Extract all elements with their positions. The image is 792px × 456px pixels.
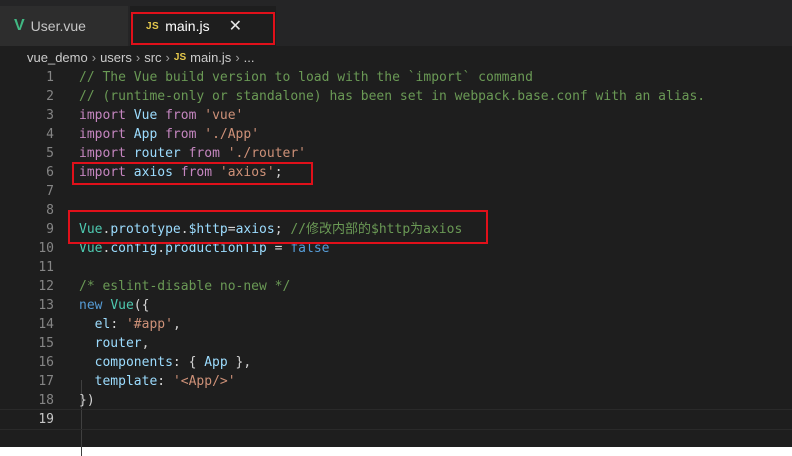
code-token: : { bbox=[172, 355, 205, 370]
code-line[interactable]: 3 import Vue from 'vue' bbox=[0, 106, 792, 125]
code-token: }) bbox=[79, 393, 95, 408]
line-number: 17 bbox=[38, 374, 54, 389]
line-number: 16 bbox=[38, 355, 54, 370]
line-text: // The Vue build version to load with th… bbox=[79, 68, 533, 87]
code-token: : bbox=[110, 317, 126, 332]
line-text: }) bbox=[79, 391, 95, 410]
code-editor[interactable]: V User.vue JS main.js ✕ vue_demo › users… bbox=[0, 0, 792, 456]
line-number: 8 bbox=[46, 203, 54, 218]
code-token: '<App/>' bbox=[172, 374, 236, 389]
line-number: 7 bbox=[46, 184, 54, 199]
chevron-right-icon: › bbox=[165, 49, 170, 65]
highlight-box-main-tab bbox=[131, 12, 275, 45]
code-token: , bbox=[172, 317, 181, 332]
line-number: 6 bbox=[46, 165, 54, 180]
code-token: from bbox=[165, 108, 205, 123]
line-text: import Vue from 'vue' bbox=[79, 106, 243, 125]
breadcrumb-more[interactable]: ... bbox=[244, 50, 255, 65]
code-line[interactable]: 11 bbox=[0, 258, 792, 277]
code-token: import bbox=[79, 146, 134, 161]
tab-label: User.vue bbox=[30, 18, 86, 34]
line-number: 2 bbox=[46, 89, 54, 104]
code-token: ({ bbox=[133, 298, 150, 313]
code-token: router bbox=[133, 146, 189, 161]
code-line[interactable]: 17 template: '<App/>' bbox=[0, 372, 792, 391]
line-text: el: '#app', bbox=[79, 315, 181, 334]
code-token: Vue bbox=[133, 108, 166, 123]
line-number: 14 bbox=[38, 317, 54, 332]
breadcrumb-item-users[interactable]: users bbox=[100, 50, 132, 65]
breadcrumb: vue_demo › users › src › JS main.js › ..… bbox=[0, 46, 792, 68]
code-token: App bbox=[133, 127, 166, 142]
code-line[interactable]: 15 router, bbox=[0, 334, 792, 353]
line-text: components: { App }, bbox=[79, 353, 252, 372]
line-number: 4 bbox=[46, 127, 54, 142]
breadcrumb-item-vue-demo[interactable]: vue_demo bbox=[27, 50, 88, 65]
code-token: Vue bbox=[110, 298, 134, 313]
code-line[interactable]: 4 import App from './App' bbox=[0, 125, 792, 144]
line-text: import App from './App' bbox=[79, 125, 259, 144]
line-number: 15 bbox=[38, 336, 54, 351]
tab-bar: V User.vue JS main.js ✕ bbox=[0, 6, 792, 46]
code-token: , bbox=[141, 336, 150, 351]
code-area[interactable]: 1 // The Vue build version to load with t… bbox=[0, 68, 792, 456]
chevron-right-icon: › bbox=[235, 49, 240, 65]
code-token: // The Vue build version to load with th… bbox=[79, 70, 533, 85]
line-number: 5 bbox=[46, 146, 54, 161]
vue-file-icon: V bbox=[14, 17, 25, 34]
line-text: /* eslint-disable no-new */ bbox=[79, 277, 290, 296]
highlight-box-prototype-line bbox=[68, 210, 488, 244]
code-line[interactable]: 16 components: { App }, bbox=[0, 353, 792, 372]
code-token: /* eslint-disable no-new */ bbox=[79, 279, 291, 294]
line-number: 11 bbox=[38, 260, 54, 275]
tab-user-vue[interactable]: V User.vue bbox=[0, 6, 128, 46]
chevron-right-icon: › bbox=[135, 49, 141, 65]
code-token: template bbox=[79, 374, 158, 389]
code-token: // (runtime-only or standalone) has been… bbox=[79, 89, 706, 104]
code-token: router bbox=[79, 336, 142, 351]
line-text: template: '<App/>' bbox=[79, 372, 236, 391]
code-token: new bbox=[79, 298, 111, 313]
line-text: import router from './router' bbox=[79, 144, 306, 163]
line-text: new Vue({ bbox=[79, 296, 149, 315]
code-token: 'vue' bbox=[204, 108, 244, 123]
code-line[interactable]: 18}) bbox=[0, 391, 792, 410]
code-token: './router' bbox=[227, 146, 307, 161]
code-token: from bbox=[188, 146, 228, 161]
code-line[interactable]: 14 el: '#app', bbox=[0, 315, 792, 334]
line-number: 12 bbox=[38, 279, 54, 294]
line-number: 1 bbox=[46, 70, 54, 85]
code-token: components bbox=[79, 355, 173, 370]
line-number: 10 bbox=[38, 241, 54, 256]
highlight-box-axios-import bbox=[72, 162, 313, 185]
code-token: el bbox=[79, 317, 111, 332]
code-token: import bbox=[79, 127, 134, 142]
code-line[interactable]: 12 /* eslint-disable no-new */ bbox=[0, 277, 792, 296]
breadcrumb-item-main-js[interactable]: main.js bbox=[190, 50, 231, 65]
line-number: 9 bbox=[46, 222, 54, 237]
line-text: // (runtime-only or standalone) has been… bbox=[79, 87, 705, 106]
code-line[interactable]: 13 new Vue({ bbox=[0, 296, 792, 315]
js-file-icon: JS bbox=[173, 51, 187, 63]
chevron-right-icon: › bbox=[91, 49, 97, 65]
code-line[interactable]: 5 import router from './router' bbox=[0, 144, 792, 163]
line-number: 3 bbox=[46, 108, 54, 123]
line-text: router, bbox=[79, 334, 150, 353]
code-line[interactable]: 2 // (runtime-only or standalone) has bee… bbox=[0, 87, 792, 106]
code-token: './App' bbox=[204, 127, 260, 142]
line-number: 13 bbox=[38, 298, 54, 313]
line-number: 18 bbox=[38, 393, 54, 408]
code-token: App bbox=[204, 355, 228, 370]
code-line[interactable]: 1 // The Vue build version to load with t… bbox=[0, 68, 792, 87]
breadcrumb-item-src[interactable]: src bbox=[144, 50, 161, 65]
code-line[interactable]: 19 bbox=[0, 409, 792, 430]
code-token: '#app' bbox=[125, 317, 173, 332]
code-token: from bbox=[165, 127, 205, 142]
code-token: : bbox=[157, 374, 173, 389]
line-number: 19 bbox=[38, 412, 54, 427]
code-token: import bbox=[79, 108, 134, 123]
code-token: }, bbox=[227, 355, 252, 370]
